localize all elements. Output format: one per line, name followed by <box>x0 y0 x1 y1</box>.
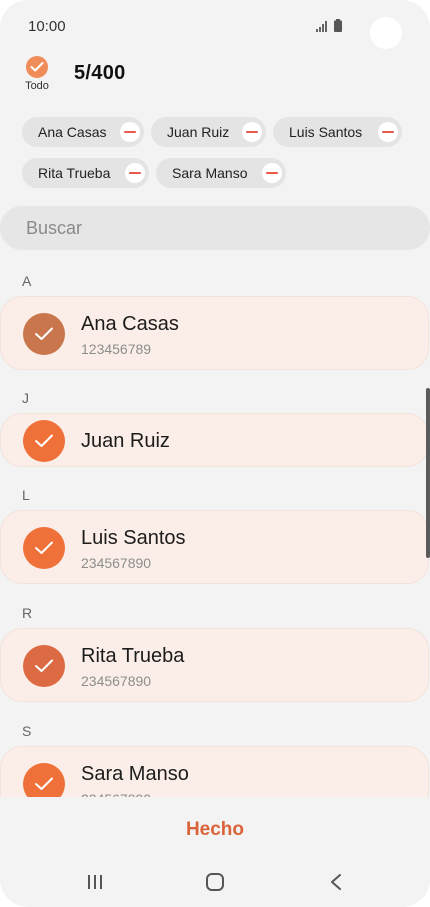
check-icon <box>26 56 48 78</box>
section-letter: R <box>22 605 33 621</box>
check-icon[interactable] <box>23 313 65 355</box>
chip-rita-trueba[interactable]: Rita Trueba <box>22 158 149 188</box>
back-icon[interactable] <box>322 870 350 894</box>
contact-list[interactable]: A Ana Casas 123456789 J Juan Ruiz L Luis… <box>0 260 430 797</box>
chip-label: Rita Trueba <box>38 165 111 181</box>
chip-label: Luis Santos <box>289 124 363 140</box>
navigation-bar <box>0 862 430 902</box>
chip-sara-manso[interactable]: Sara Manso <box>156 158 286 188</box>
contact-name: Rita Trueba <box>81 645 185 667</box>
contact-name: Juan Ruiz <box>81 430 170 452</box>
contact-row-luis-santos[interactable]: Luis Santos 234567890 <box>0 510 429 584</box>
done-button[interactable]: Hecho <box>0 812 430 846</box>
check-icon[interactable] <box>23 420 65 462</box>
signal-icon <box>316 21 327 32</box>
check-icon[interactable] <box>23 527 65 569</box>
contact-name: Luis Santos <box>81 527 186 549</box>
chip-label: Ana Casas <box>38 124 107 140</box>
minus-circle-icon[interactable] <box>242 122 262 142</box>
chip-label: Juan Ruiz <box>167 124 230 140</box>
contact-row-juan-ruiz[interactable]: Juan Ruiz <box>0 413 429 467</box>
search-input[interactable]: Buscar <box>0 206 430 250</box>
check-icon[interactable] <box>23 645 65 687</box>
contact-row-ana-casas[interactable]: Ana Casas 123456789 <box>0 296 429 370</box>
selected-count: 5/400 <box>74 62 126 84</box>
section-letter: L <box>22 487 30 503</box>
contact-row-rita-trueba[interactable]: Rita Trueba 234567890 <box>0 628 429 702</box>
contact-phone: 234567890 <box>81 673 152 689</box>
check-icon[interactable] <box>23 763 65 797</box>
phone-screen: 10:00 Todo 5/400 Ana Casas Juan Ruiz Lui… <box>0 0 430 907</box>
select-all-label: Todo <box>25 80 49 92</box>
section-letter: S <box>22 723 32 739</box>
chip-ana-casas[interactable]: Ana Casas <box>22 117 144 147</box>
section-letter: J <box>22 390 29 406</box>
contact-name: Sara Manso <box>81 763 189 785</box>
contact-phone: 234567890 <box>81 791 151 797</box>
contact-row-sara-manso[interactable]: Sara Manso 234567890 <box>0 746 429 797</box>
chip-luis-santos[interactable]: Luis Santos <box>273 117 402 147</box>
section-letter: A <box>22 273 32 289</box>
home-icon[interactable] <box>201 870 229 894</box>
scrollbar-thumb[interactable] <box>426 388 430 558</box>
chip-juan-ruiz[interactable]: Juan Ruiz <box>151 117 266 147</box>
contact-phone: 234567890 <box>81 555 152 571</box>
camera-cutout <box>370 17 402 49</box>
recent-apps-icon[interactable] <box>81 870 109 894</box>
battery-icon <box>334 19 342 32</box>
status-time: 10:00 <box>28 18 66 35</box>
minus-circle-icon[interactable] <box>262 163 282 183</box>
minus-circle-icon[interactable] <box>125 163 145 183</box>
contact-phone: 123456789 <box>81 341 152 357</box>
contact-name: Ana Casas <box>81 313 179 335</box>
minus-circle-icon[interactable] <box>120 122 140 142</box>
select-all-toggle[interactable]: Todo <box>22 56 52 92</box>
status-bar: 10:00 <box>0 0 430 54</box>
chip-label: Sara Manso <box>172 165 248 181</box>
minus-circle-icon[interactable] <box>378 122 398 142</box>
